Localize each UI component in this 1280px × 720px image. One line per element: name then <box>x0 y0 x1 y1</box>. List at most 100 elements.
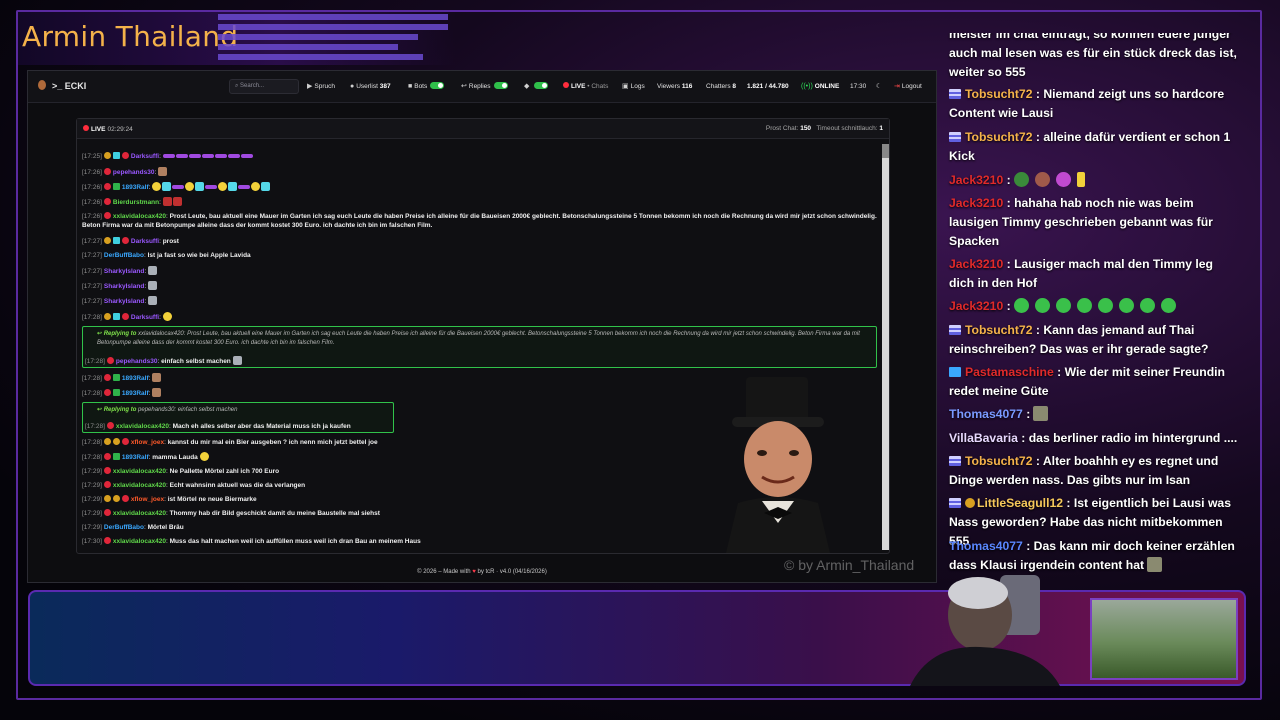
emote-icon <box>147 296 157 305</box>
chat-username[interactable]: 1893Ralf <box>122 390 149 397</box>
sub-badge-icon <box>112 389 120 396</box>
overlay-title: Armin Thailand <box>22 20 239 53</box>
chat-username[interactable]: SharkyIsland <box>104 298 144 305</box>
chat-username[interactable]: SharkyIsland <box>104 283 144 290</box>
chat-username[interactable]: xxlavidalocax420 <box>113 468 166 475</box>
chat-username[interactable]: DerBuffBabo <box>104 524 144 531</box>
chat-username[interactable]: VillaBavaria <box>949 431 1018 445</box>
userlist-button[interactable]: ● Userlist 387 <box>350 80 391 93</box>
stream-chat-message: meister im chat einträgt, so können euer… <box>949 33 1237 79</box>
mod-badge-icon <box>103 168 111 175</box>
emote-icon <box>195 182 205 191</box>
stream-chat-message: Jack3210 : Lausiger mach mal den Timmy l… <box>949 257 1213 290</box>
chat-username[interactable]: 1893Ralf <box>122 454 149 461</box>
replies-button[interactable]: ↩ Replies <box>461 80 508 93</box>
stream-chat: meister im chat einträgt, so können euer… <box>943 33 1243 576</box>
chat-message: [17:28] Darksuffi: <box>82 312 173 322</box>
chat-scrollbar[interactable] <box>882 144 889 550</box>
mod-badge-icon <box>121 313 129 320</box>
mod-badge-icon <box>103 509 111 516</box>
chat-username[interactable]: Darksuffi <box>131 153 159 160</box>
reply-icon: ↩ <box>97 407 104 413</box>
clock: 17:30 <box>850 83 867 90</box>
chat-username[interactable]: xxlavidalocax420 <box>116 423 169 430</box>
chat-username[interactable]: LittleSeagull12 <box>977 496 1063 510</box>
online-status: ((•)) ONLINE <box>801 83 840 90</box>
stream-chat-message: Tobsucht72 : Niemand zeigt uns so hardco… <box>949 87 1225 120</box>
chat-username[interactable]: 1893Ralf <box>122 184 149 191</box>
stream-chat-message: Tobsucht72 : alleine dafür verdient er s… <box>949 130 1231 163</box>
chat-username[interactable]: pepehands30 <box>116 358 158 365</box>
chat-message: [17:29] DerBuffBabo: Mörtel Bräu <box>82 524 184 531</box>
chat-message: [17:29] xflow_joex: ist Mörtel ne neue Bi… <box>82 495 257 503</box>
chat-message: [17:28] xflow_joex: kannst du mir mal ein… <box>82 438 378 446</box>
chat-username[interactable]: Jack3210 <box>949 196 1003 210</box>
message-text: Prost Leute, bau aktuell eine Mauer im G… <box>82 213 877 229</box>
message-text: Echt wahnsinn aktuell was die da verlang… <box>169 482 306 489</box>
chat-username[interactable]: xxlavidalocax420 <box>113 213 166 220</box>
chat-username[interactable]: xflow_joex <box>131 496 164 503</box>
emote-icon <box>1033 406 1049 421</box>
search-input[interactable]: ⌕ Search... <box>229 79 299 94</box>
chatters-stat: Chatters 8 <box>706 83 737 90</box>
viewers-stat: Viewers 116 <box>657 83 693 90</box>
chat-username[interactable]: xflow_joex <box>131 439 164 446</box>
navbar: >_ ECKI ⌕ Search... ▶ Spruch ● Userlist 38… <box>28 71 936 103</box>
chat-username[interactable]: xxlavidalocax420 <box>113 538 166 545</box>
chat-message: [17:26] pepehands30: <box>82 167 168 177</box>
logout-button[interactable]: ⇥ Logout <box>894 80 922 93</box>
chat-username[interactable]: Bierdurstmann <box>113 199 159 206</box>
chat-message: [17:26] 1893Ralf: <box>82 182 271 192</box>
moon-icon: ☾ <box>876 83 882 90</box>
replies-toggle[interactable] <box>493 82 508 89</box>
chat-username[interactable]: 1893Ralf <box>122 375 149 382</box>
emote-icon <box>1076 298 1092 313</box>
bots-toggle[interactable] <box>430 82 445 89</box>
emote-icon <box>1034 172 1050 187</box>
emote-icon <box>162 154 175 158</box>
chat-username[interactable]: Darksuffi <box>131 314 159 321</box>
bots-button[interactable]: ■ Bots <box>408 80 445 93</box>
mod-badge-icon <box>106 422 114 429</box>
chat-username[interactable]: SharkyIsland <box>104 268 144 275</box>
chat-message: [17:27] SharkyIsland: <box>82 296 158 306</box>
coin-badge-icon <box>112 495 120 502</box>
signal-icon: ((•)) <box>801 83 813 90</box>
chat-username[interactable]: DerBuffBabo <box>104 252 144 259</box>
app-logo[interactable]: >_ ECKI <box>38 80 86 91</box>
chat-username[interactable]: xxlavidalocax420 <box>113 482 166 489</box>
tts-button[interactable]: ◆ <box>524 80 549 93</box>
logs-button[interactable]: ▣ Logs <box>622 80 645 93</box>
heart-icon: ♥ <box>472 569 476 575</box>
chat-username[interactable]: Thomas4077 <box>949 539 1023 553</box>
reply-quote: ↩ Replying to pepehands30: einfach selbs… <box>97 407 238 413</box>
stream-chat-message: Jack3210 : <box>949 171 1241 190</box>
chat-username[interactable]: Jack3210 <box>949 257 1003 271</box>
live-chats-button[interactable]: LIVE • Chats <box>563 80 608 93</box>
chat-username[interactable]: Jack3210 <box>949 299 1003 313</box>
mod-badge-icon <box>103 183 111 190</box>
crown-badge-icon <box>103 313 111 320</box>
scrollbar-thumb[interactable] <box>882 144 889 158</box>
watermark: © by Armin_Thailand <box>784 557 915 573</box>
message-text: Mörtel Bräu <box>147 524 184 531</box>
emote-icon <box>201 154 214 158</box>
chat-username[interactable]: Pastamaschine <box>965 365 1054 379</box>
chat-username[interactable]: pepehands30 <box>113 169 155 176</box>
reply-icon: ↩ <box>461 83 467 90</box>
chat-username[interactable]: Tobsucht72 <box>965 323 1033 337</box>
spruch-button[interactable]: ▶ Spruch <box>307 80 335 93</box>
stream-chat-message: Jack3210 : <box>949 297 1241 316</box>
emote-icon <box>251 182 261 191</box>
chat-username[interactable]: Thomas4077 <box>949 407 1023 421</box>
emote-icon <box>218 182 228 191</box>
chat-message: [17:26] xxlavidalocax420: Prost Leute, ba… <box>82 212 877 229</box>
chat-username[interactable]: Darksuffi <box>131 238 159 245</box>
chat-username[interactable]: Tobsucht72 <box>965 130 1033 144</box>
theme-toggle-button[interactable]: ☾ <box>876 80 882 93</box>
tts-toggle[interactable] <box>534 82 549 89</box>
chat-username[interactable]: xxlavidalocax420 <box>113 510 166 517</box>
chat-username[interactable]: Jack3210 <box>949 173 1003 187</box>
chat-username[interactable]: Tobsucht72 <box>965 454 1033 468</box>
chat-username[interactable]: Tobsucht72 <box>965 87 1033 101</box>
